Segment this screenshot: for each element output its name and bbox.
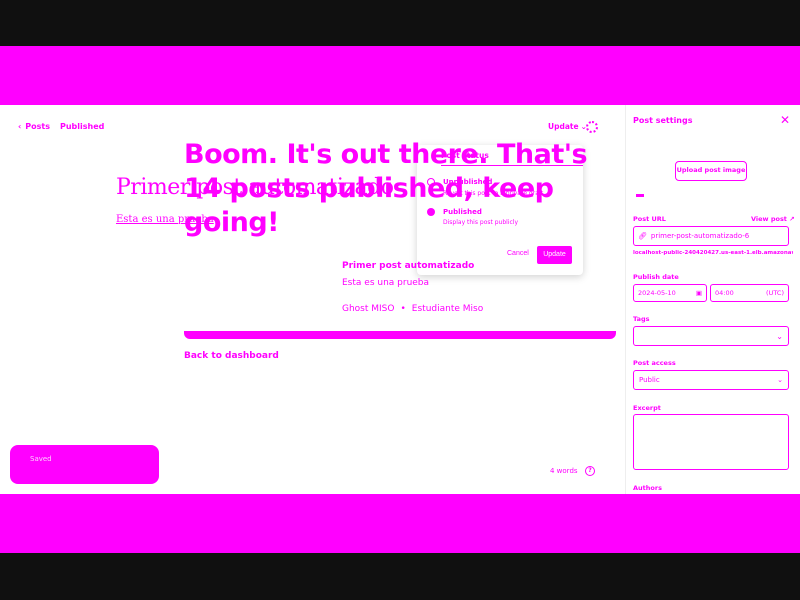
post-url-label: Post URL [633,215,666,223]
help-icon[interactable]: ? [585,466,595,476]
tags-input[interactable]: ⌄ [633,326,789,346]
preview-card-footer [184,331,616,339]
chevron-left-icon: ‹ [18,122,22,131]
top-overlay-band [0,46,800,105]
view-post-label: View post [751,215,787,223]
chevron-down-icon: ⌄ [777,376,783,384]
preview-author: Ghost MISO [342,304,395,314]
external-link-icon: ↗ [789,215,795,223]
author-separator: • [400,304,406,314]
screen-frame: ‹ Posts Published Update ⌄ Primer post a… [0,0,800,600]
post-access-select[interactable]: Public ⌄ [633,370,789,390]
status-chip-text: Saved [30,455,52,463]
publish-date-input[interactable]: 2024-05-10 ▣ [633,284,707,302]
post-url-value: primer-post-automatizado-6 [650,232,750,240]
publish-time-input[interactable]: 04:00 (UTC) [710,284,789,302]
post-access-value: Public [639,376,660,384]
link-icon: 🔗︎ [638,232,647,240]
view-post-link[interactable]: View post ↗ [751,215,795,223]
publish-date-value: 2024-05-10 [638,289,676,297]
settings-icon[interactable] [586,121,598,133]
chevron-down-icon: ⌄ [776,331,783,341]
image-icon [636,191,644,197]
post-status-label: Published [60,122,105,131]
cancel-button[interactable]: Cancel [507,250,529,257]
publish-time-value: 04:00 [715,289,734,297]
back-to-posts-link[interactable]: ‹ Posts [18,122,50,131]
preview-author: Estudiante Miso [411,304,484,314]
update-button[interactable]: Update [537,246,572,264]
post-access-label: Post access [633,359,676,367]
back-to-dashboard-link[interactable]: Back to dashboard [184,351,279,361]
post-url-full: localhost-public-240420427.us-east-1.elb… [633,250,793,256]
timezone-label: (UTC) [766,289,784,297]
editor-window: ‹ Posts Published Update ⌄ Primer post a… [0,105,800,494]
back-posts-label: Posts [25,122,51,131]
post-url-input[interactable]: 🔗︎ primer-post-automatizado-6 [633,226,789,246]
post-settings-sidebar: Post settings ✕ Upload post image Post U… [625,105,800,494]
publish-date-label: Publish date [633,273,679,281]
publish-success-toast: Boom. It's out there. That's 14 posts pu… [184,139,588,238]
preview-title: Primer post automatizado [342,261,475,271]
authors-label: Authors [633,484,662,492]
upload-image-button[interactable]: Upload post image [675,161,747,181]
update-menu-label: Update [548,122,579,131]
preview-excerpt: Esta es una prueba [342,278,430,288]
excerpt-label: Excerpt [633,404,661,412]
close-icon[interactable]: ✕ [780,113,790,127]
status-chip: Saved [10,445,159,484]
sidebar-title: Post settings [633,116,693,125]
update-menu-button[interactable]: Update ⌄ [548,122,587,131]
word-count: 4 words [550,467,578,475]
bottom-overlay-band [0,494,800,553]
calendar-icon: ▣ [695,289,702,297]
excerpt-textarea[interactable] [633,414,789,470]
tags-label: Tags [633,315,650,323]
preview-authors: Ghost MISO • Estudiante Miso [342,304,483,314]
